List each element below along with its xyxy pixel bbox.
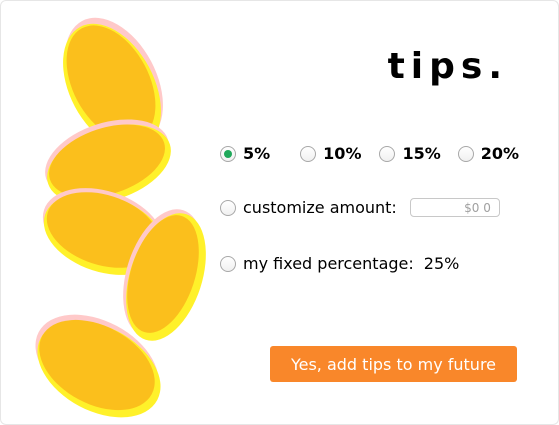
percentage-options: 5% 10% 15% 20% — [220, 144, 519, 163]
tip-card: tips. 5% 10% 15% 20% customize amount: $… — [0, 0, 559, 425]
custom-amount-label: customize amount: — [243, 198, 397, 217]
option-20-percent[interactable]: 20% — [457, 144, 520, 163]
radio-fixed-percentage[interactable] — [220, 255, 236, 272]
radio-5-percent[interactable] — [220, 145, 236, 162]
page-title: tips. — [387, 46, 508, 87]
fixed-percentage-value: 25% — [423, 254, 460, 273]
custom-amount-row: customize amount: — [220, 198, 500, 217]
option-custom-amount[interactable]: customize amount: — [220, 198, 397, 217]
custom-amount-input[interactable] — [409, 198, 500, 217]
radio-10-percent[interactable] — [300, 145, 317, 162]
option-label: 20% — [480, 144, 520, 163]
add-tips-button[interactable]: Yes, add tips to my future — [270, 346, 517, 382]
coins-illustration — [35, 17, 206, 418]
option-10-percent[interactable]: 10% — [300, 144, 361, 163]
radio-custom-amount[interactable] — [220, 199, 236, 216]
fixed-percentage-row: my fixed percentage: 25% — [220, 254, 459, 273]
fixed-percentage-label: my fixed percentage: — [243, 254, 414, 273]
radio-15-percent[interactable] — [379, 145, 396, 162]
option-fixed-percentage[interactable]: my fixed percentage: — [220, 254, 414, 273]
option-label: 15% — [402, 144, 441, 163]
option-label: 10% — [323, 144, 362, 163]
option-5-percent[interactable]: 5% — [220, 144, 270, 163]
option-label: 5% — [243, 144, 271, 163]
option-15-percent[interactable]: 15% — [379, 144, 441, 163]
radio-20-percent[interactable] — [457, 145, 474, 162]
